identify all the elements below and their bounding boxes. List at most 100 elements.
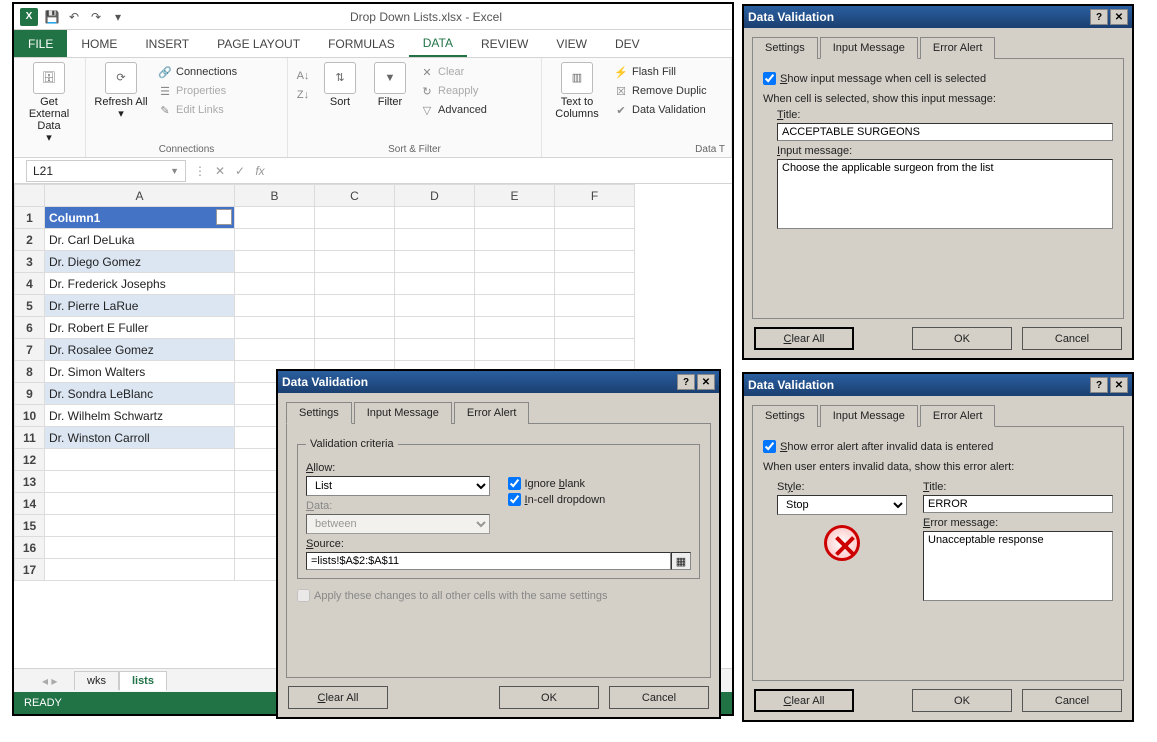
close-button[interactable]: ✕ [1110,377,1128,393]
apply-all-label: Apply these changes to all other cells w… [314,590,608,602]
reapply-button[interactable]: ↻Reapply [418,83,489,99]
data-cell[interactable]: Dr. Diego Gomez [45,251,235,273]
col-header-d[interactable]: D [395,185,475,207]
data-cell[interactable]: Dr. Wilhelm Schwartz [45,405,235,427]
edit-links-button[interactable]: ✎Edit Links [156,102,239,118]
data-cell[interactable]: Dr. Carl DeLuka [45,229,235,251]
tab-page-layout[interactable]: PAGE LAYOUT [203,30,314,57]
col-header-c[interactable]: C [315,185,395,207]
tab-error-alert[interactable]: Error Alert [454,402,530,424]
tab-developer[interactable]: DEV [601,30,654,57]
properties-button[interactable]: ☰Properties [156,83,239,99]
connections-button[interactable]: 🔗Connections [156,64,239,80]
col-header-b[interactable]: B [235,185,315,207]
filter-button[interactable]: ▼ Filter [368,60,412,110]
name-box-value: L21 [33,164,53,178]
tab-settings[interactable]: Settings [752,37,818,59]
chevron-down-icon[interactable]: ▼ [170,166,179,176]
range-picker-icon[interactable]: ▦ [671,552,691,570]
ignore-blank-checkbox[interactable] [508,477,521,490]
col-header-e[interactable]: E [475,185,555,207]
incell-dropdown-checkbox[interactable] [508,493,521,506]
data-cell[interactable]: Dr. Robert E Fuller [45,317,235,339]
col-header-a[interactable]: A [45,185,235,207]
save-icon[interactable]: 💾 [44,9,60,25]
tab-review[interactable]: REVIEW [467,30,542,57]
data-cell[interactable]: Dr. Simon Walters [45,361,235,383]
show-input-message-checkbox[interactable] [763,72,776,85]
ok-button[interactable]: OK [912,689,1012,712]
enter-formula-icon[interactable]: ✓ [230,164,250,178]
get-external-data-button[interactable]: 🗄 Get External Data ▾ [20,60,78,146]
select-all-corner[interactable] [15,185,45,207]
remove-duplicates-button[interactable]: ☒Remove Duplic [612,83,709,99]
advanced-filter-button[interactable]: ▽Advanced [418,102,489,118]
allow-select[interactable]: List [306,476,490,496]
sort-za-button[interactable]: Z↓ [294,87,312,103]
text-to-columns-button[interactable]: ▥ Text to Columns [548,60,606,122]
refresh-all-button[interactable]: ⟳ Refresh All ▾ [92,60,150,122]
ok-button[interactable]: OK [912,327,1012,350]
cancel-formula-icon[interactable]: ✕ [210,164,230,178]
data-cell[interactable]: Dr. Pierre LaRue [45,295,235,317]
flash-fill-button[interactable]: ⚡Flash Fill [612,64,709,80]
tab-error-alert[interactable]: Error Alert [920,37,996,59]
col-header-f[interactable]: F [555,185,635,207]
sort-button[interactable]: ⇅ Sort [318,60,362,110]
data-validation-button[interactable]: ✔Data Validation [612,102,709,118]
style-select[interactable]: Stop [777,495,907,515]
close-button[interactable]: ✕ [697,374,715,390]
title-input[interactable] [777,123,1113,141]
data-cell[interactable]: Dr. Winston Carroll [45,427,235,449]
clear-icon: ✕ [420,65,434,79]
tab-home[interactable]: HOME [67,30,131,57]
clear-all-button[interactable]: Clear All [754,327,854,350]
tab-error-alert[interactable]: Error Alert [920,405,996,427]
data-cell[interactable]: Dr. Frederick Josephs [45,273,235,295]
redo-icon[interactable]: ↷ [88,9,104,25]
help-button[interactable]: ? [1090,377,1108,393]
filter-dropdown-icon[interactable]: ▾ [216,209,232,225]
properties-icon: ☰ [158,84,172,98]
row-header[interactable]: 1 [15,207,45,229]
data-cell[interactable]: Dr. Rosalee Gomez [45,339,235,361]
help-button[interactable]: ? [677,374,695,390]
source-input[interactable] [306,552,671,570]
help-button[interactable]: ? [1090,9,1108,25]
table-header-cell[interactable]: Column1▾ [45,207,235,229]
sheet-tab-wks[interactable]: wks [74,671,119,690]
tab-settings[interactable]: Settings [752,405,818,427]
qat-dropdown-icon[interactable]: ▾ [110,9,126,25]
show-error-alert-checkbox[interactable] [763,440,776,453]
input-message-textarea[interactable] [777,159,1113,229]
status-text: READY [24,697,62,709]
cancel-button[interactable]: Cancel [609,686,709,709]
tab-input-message[interactable]: Input Message [820,405,918,427]
sheet-nav[interactable]: ◂ ▸ [42,674,57,688]
undo-icon[interactable]: ↶ [66,9,82,25]
quick-access-toolbar: X 💾 ↶ ↷ ▾ Drop Down Lists.xlsx - Excel [14,4,732,30]
close-button[interactable]: ✕ [1110,9,1128,25]
clear-all-button[interactable]: Clear All [754,689,854,712]
clear-all-button[interactable]: Clear All [288,686,388,709]
cancel-button[interactable]: Cancel [1022,689,1122,712]
clear-filter-button[interactable]: ✕Clear [418,64,489,80]
error-title-input[interactable] [923,495,1113,513]
tab-view[interactable]: VIEW [542,30,601,57]
ok-button[interactable]: OK [499,686,599,709]
fx-icon[interactable]: fx [250,164,270,178]
tab-data[interactable]: DATA [409,30,467,57]
name-box[interactable]: L21 ▼ [26,160,186,182]
tab-settings[interactable]: Settings [286,402,352,424]
tab-formulas[interactable]: FORMULAS [314,30,409,57]
data-cell[interactable]: Dr. Sondra LeBlanc [45,383,235,405]
tab-input-message[interactable]: Input Message [354,402,452,424]
tab-input-message[interactable]: Input Message [820,37,918,59]
formula-input[interactable] [270,160,732,182]
sheet-tab-lists[interactable]: lists [119,671,167,691]
error-message-textarea[interactable] [923,531,1113,601]
cancel-button[interactable]: Cancel [1022,327,1122,350]
tab-file[interactable]: FILE [14,30,67,57]
tab-insert[interactable]: INSERT [131,30,203,57]
sort-az-button[interactable]: A↓ [294,68,312,84]
